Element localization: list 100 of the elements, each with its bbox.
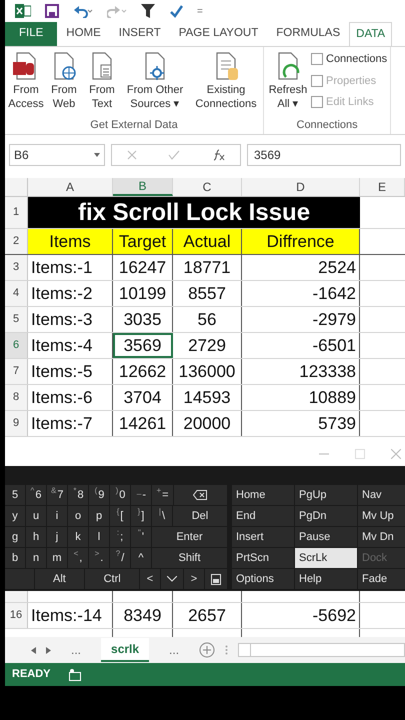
- keyboard-key[interactable]: <,: [68, 548, 88, 568]
- keyboard-key[interactable]: (9: [89, 485, 110, 505]
- keyboard-key[interactable]: [205, 569, 227, 589]
- keyboard-key[interactable]: g: [5, 527, 25, 547]
- ribbon-small-button[interactable]: Connections: [311, 51, 388, 68]
- formula-field[interactable]: 3569: [247, 144, 401, 166]
- keyboard-key[interactable]: >.: [89, 548, 109, 568]
- keyboard-key[interactable]: }]: [131, 506, 151, 526]
- keyboard-key[interactable]: Mv Up: [358, 506, 405, 526]
- column-header[interactable]: B: [113, 178, 173, 196]
- keyboard-key[interactable]: Insert: [232, 527, 294, 547]
- horizontal-scrollbar[interactable]: [238, 643, 405, 657]
- keyboard-key[interactable]: m: [47, 548, 67, 568]
- group-label: Connections: [296, 118, 359, 132]
- macro-record-icon[interactable]: [68, 668, 81, 680]
- keyboard-key[interactable]: n: [26, 548, 46, 568]
- keyboard-key[interactable]: ?/: [110, 548, 130, 568]
- scroll-right-icon[interactable]: [46, 646, 51, 654]
- keyboard-key[interactable]: "': [131, 527, 151, 547]
- table-cell: Items:-4: [28, 333, 113, 358]
- keyboard-key[interactable]: ^: [131, 548, 151, 568]
- spreadsheet-icon[interactable]: [15, 4, 31, 18]
- keyboard-key[interactable]: {[: [110, 506, 130, 526]
- keyboard-key[interactable]: Shift: [152, 548, 227, 568]
- keyboard-key[interactable]: Options: [232, 569, 294, 589]
- keyboard-key[interactable]: End: [232, 506, 294, 526]
- column-header[interactable]: E: [360, 178, 405, 196]
- keyboard-key[interactable]: 5: [5, 485, 25, 505]
- ribbon-tab[interactable]: HOME: [57, 22, 110, 46]
- keyboard-key[interactable]: )0: [110, 485, 130, 505]
- table-cell: -5692: [242, 603, 360, 628]
- column-header[interactable]: C: [173, 178, 242, 196]
- ribbon-tab[interactable]: FORMULAS: [267, 22, 350, 46]
- keyboard-key[interactable]: y: [5, 506, 25, 526]
- scroll-left-icon[interactable]: [31, 646, 36, 654]
- keyboard-key[interactable]: j: [47, 527, 67, 547]
- keyboard-key[interactable]: u: [26, 506, 46, 526]
- keyboard-key[interactable]: PgUp: [295, 485, 357, 505]
- backspace-key[interactable]: [174, 485, 227, 505]
- table-cell: 16247: [113, 255, 173, 280]
- ribbon-tab[interactable]: INSERT: [110, 22, 170, 46]
- keyboard-key[interactable]: h: [26, 527, 46, 547]
- keyboard-key[interactable]: Alt: [34, 569, 84, 589]
- ribbon-button[interactable]: Refresh All ▾: [267, 51, 309, 115]
- table-cell: 56: [173, 307, 242, 332]
- keyboard-key[interactable]: *8: [68, 485, 88, 505]
- keyboard-key[interactable]: Help: [295, 569, 357, 589]
- sheet-tab[interactable]: ...: [61, 638, 92, 662]
- keyboard-key[interactable]: b: [5, 548, 25, 568]
- ribbon-button[interactable]: From Other Sources ▾: [122, 51, 188, 115]
- table-cell: 8349: [113, 603, 173, 628]
- keyboard-key[interactable]: Mv Dn: [358, 527, 405, 547]
- keyboard-key[interactable]: i: [47, 506, 67, 526]
- ribbon-button[interactable]: From Web: [46, 51, 82, 115]
- keyboard-key[interactable]: PgDn: [295, 506, 357, 526]
- keyboard-key[interactable]: :;: [110, 527, 130, 547]
- keyboard-key[interactable]: p: [89, 506, 109, 526]
- keyboard-key[interactable]: Del: [173, 506, 227, 526]
- name-box[interactable]: B6: [9, 144, 105, 166]
- column-header[interactable]: D: [242, 178, 360, 196]
- sheet-tab[interactable]: scrlk: [101, 638, 150, 662]
- keyboard-key[interactable]: k: [68, 527, 88, 547]
- row-header: 9: [5, 411, 28, 436]
- keyboard-key[interactable]: <: [140, 569, 160, 589]
- table-cell: 14593: [173, 385, 242, 410]
- keyboard-key[interactable]: l: [89, 527, 109, 547]
- ribbon-tab[interactable]: DATA: [349, 22, 392, 46]
- keyboard-key[interactable]: Ctrl: [85, 569, 140, 589]
- sheet-tab[interactable]: ...: [159, 638, 190, 662]
- ribbon-tab[interactable]: PAGE LAYOUT: [170, 22, 268, 46]
- keyboard-key[interactable]: &7: [47, 485, 68, 505]
- table-cell: -2979: [242, 307, 360, 332]
- keyboard-key[interactable]: |\: [152, 506, 172, 526]
- keyboard-key[interactable]: [161, 569, 184, 589]
- row-header: 5: [5, 307, 28, 332]
- keyboard-key[interactable]: _-: [131, 485, 152, 505]
- ribbon-tab[interactable]: FILE: [5, 22, 58, 46]
- keyboard-key[interactable]: Pause: [295, 527, 357, 547]
- group-label: Get External Data: [89, 118, 179, 132]
- table-cell: 2729: [173, 333, 242, 358]
- keyboard-key[interactable]: Fade: [358, 569, 405, 589]
- add-sheet-icon[interactable]: [199, 642, 216, 658]
- ribbon-button[interactable]: Existing Connections: [192, 51, 260, 115]
- filter-icon[interactable]: [141, 4, 155, 18]
- keyboard-key[interactable]: PrtScn: [232, 548, 294, 568]
- keyboard-key[interactable]: >: [184, 569, 204, 589]
- check-icon[interactable]: [168, 150, 180, 160]
- keyboard-key[interactable]: ^6: [26, 485, 46, 505]
- keyboard-key[interactable]: o: [68, 506, 88, 526]
- keyboard-key[interactable]: Enter: [152, 527, 227, 547]
- customize-menu[interactable]: =: [197, 4, 203, 18]
- save-icon[interactable]: [45, 4, 59, 18]
- undo-icon[interactable]: [73, 4, 93, 18]
- ribbon-button[interactable]: From Text: [84, 51, 120, 115]
- keyboard-key[interactable]: +=: [152, 485, 173, 505]
- keyboard-key[interactable]: Home: [232, 485, 294, 505]
- keyboard-key[interactable]: Nav: [358, 485, 405, 505]
- keyboard-key[interactable]: ScrLk: [295, 548, 357, 568]
- spelling-check-icon[interactable]: [169, 4, 183, 18]
- ribbon-button[interactable]: From Access: [8, 51, 44, 115]
